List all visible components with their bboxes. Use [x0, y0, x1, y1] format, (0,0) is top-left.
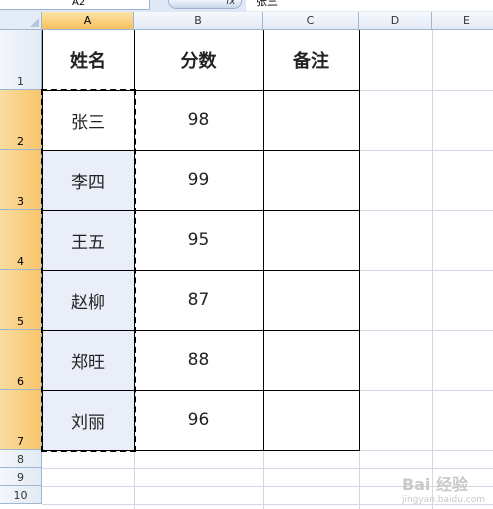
table-border — [42, 450, 360, 451]
table-border — [263, 30, 264, 451]
row-header-2[interactable]: 2 — [0, 90, 42, 150]
cell-score[interactable]: 99 — [134, 150, 263, 210]
row-header-3[interactable]: 3 — [0, 150, 42, 210]
cell-note[interactable] — [263, 150, 359, 210]
row-header-10[interactable]: 10 — [0, 486, 42, 504]
row-header-8[interactable]: 8 — [0, 450, 42, 468]
gridline — [42, 468, 493, 469]
cell-name[interactable]: 郑旺 — [42, 330, 134, 390]
table-border — [42, 30, 43, 451]
cell-note[interactable] — [263, 330, 359, 390]
cell-name[interactable]: 张三 — [42, 90, 134, 150]
table-border — [134, 30, 135, 451]
header-cell-score[interactable]: 分数 — [134, 30, 263, 90]
table-border — [42, 270, 360, 271]
cell-note[interactable] — [263, 270, 359, 330]
row-header-4[interactable]: 4 — [0, 210, 42, 270]
cell-name[interactable]: 王五 — [42, 210, 134, 270]
cell-score[interactable]: 88 — [134, 330, 263, 390]
cell-note[interactable] — [263, 90, 359, 150]
row-header-9[interactable]: 9 — [0, 468, 42, 486]
fx-icon[interactable]: fx — [226, 0, 235, 7]
table-border — [42, 390, 360, 391]
table-border — [42, 150, 360, 151]
row-header-7[interactable]: 7 — [0, 390, 42, 450]
name-box[interactable]: A2 — [0, 0, 150, 10]
cell-note[interactable] — [263, 390, 359, 450]
table-border — [42, 90, 360, 91]
column-header-b[interactable]: B — [134, 12, 263, 30]
table-border — [42, 330, 360, 331]
row-header-1[interactable]: 1 — [0, 30, 42, 90]
table-border — [359, 30, 360, 451]
cell-score[interactable]: 95 — [134, 210, 263, 270]
cell-note[interactable] — [263, 210, 359, 270]
row-header-5[interactable]: 5 — [0, 270, 42, 330]
cell-name[interactable]: 赵柳 — [42, 270, 134, 330]
watermark-logo: Bai 经验 jingyan.baidu.com — [401, 475, 485, 505]
column-header-d[interactable]: D — [359, 12, 432, 30]
cell-name[interactable]: 李四 — [42, 150, 134, 210]
header-cell-name[interactable]: 姓名 — [42, 30, 134, 90]
formula-input[interactable]: 张三 — [246, 0, 493, 11]
column-header-a[interactable]: A — [42, 12, 134, 30]
column-header-c[interactable]: C — [263, 12, 359, 30]
select-all-button[interactable] — [0, 12, 42, 30]
spreadsheet-grid[interactable]: A B C D E 1 2 3 4 5 6 7 8 9 10 姓名 分数 备注 … — [0, 12, 493, 509]
column-header-e[interactable]: E — [432, 12, 493, 30]
cell-score[interactable]: 98 — [134, 90, 263, 150]
cell-score[interactable]: 96 — [134, 390, 263, 450]
cell-score[interactable]: 87 — [134, 270, 263, 330]
header-cell-note[interactable]: 备注 — [263, 30, 359, 90]
table-border — [42, 210, 360, 211]
row-header-6[interactable]: 6 — [0, 330, 42, 390]
cell-name[interactable]: 刘丽 — [42, 390, 134, 450]
